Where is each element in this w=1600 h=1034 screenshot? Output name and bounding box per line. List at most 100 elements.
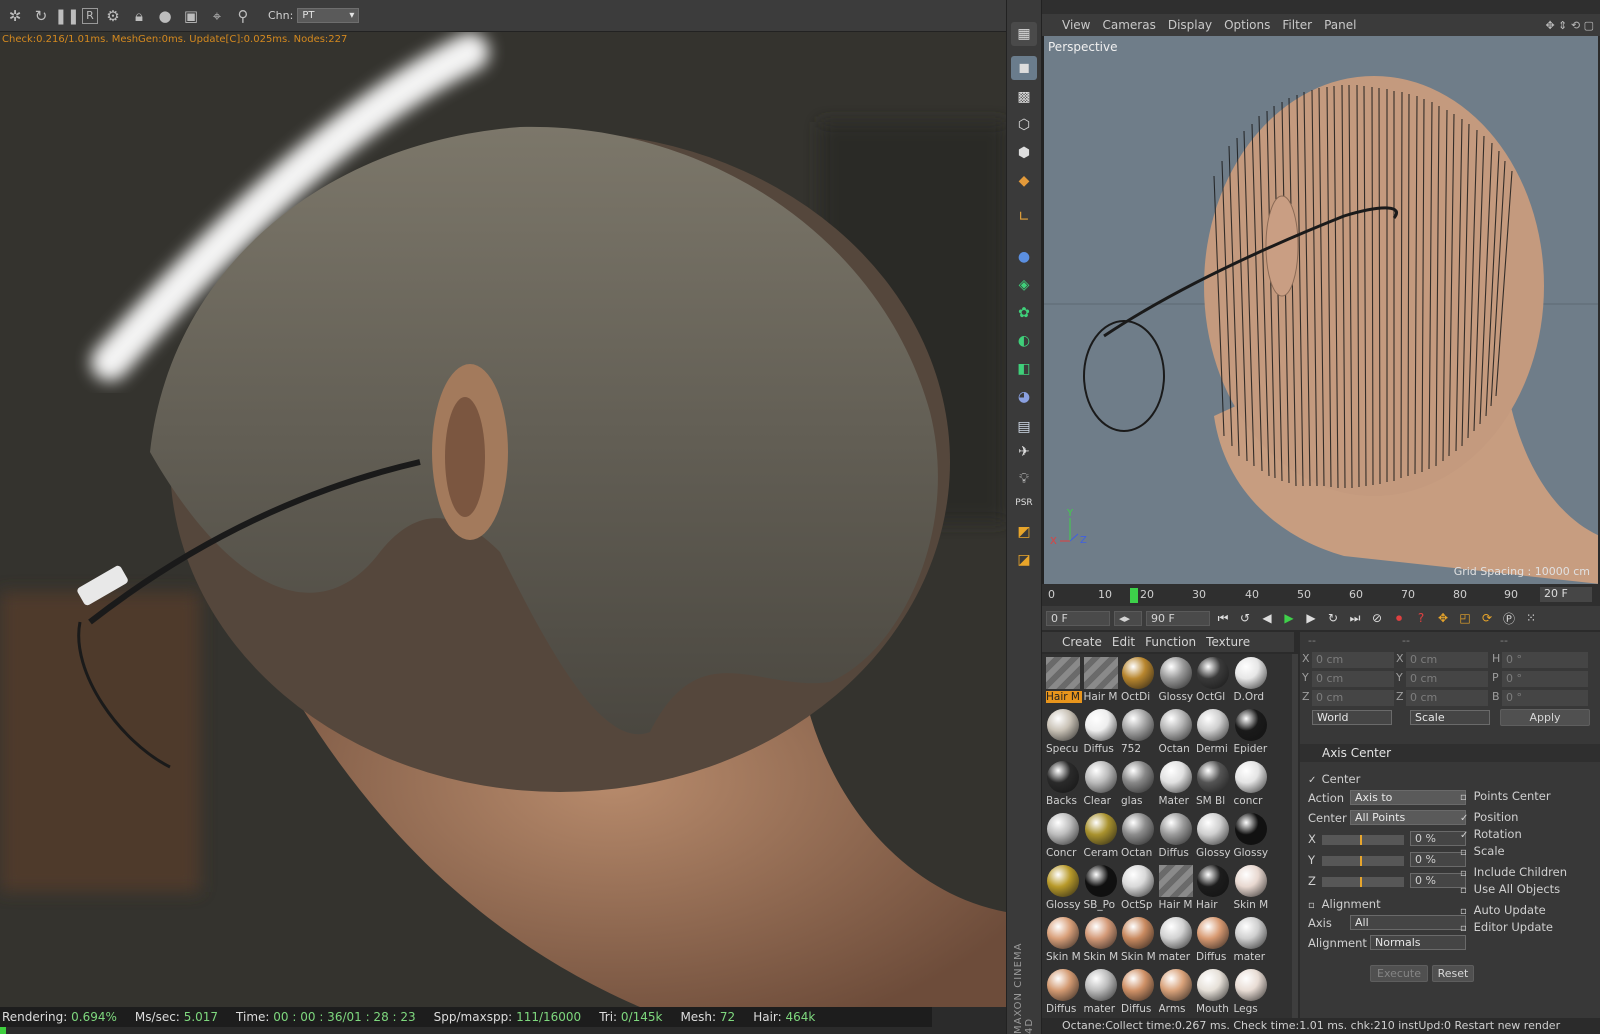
size-z-field[interactable]: 0 cm [1406,690,1488,706]
material-swatch[interactable]: Skin M [1046,916,1081,964]
material-swatch[interactable]: Hair M [1158,864,1193,912]
material-swatch[interactable]: OctSp [1121,864,1155,912]
motion-path-icon[interactable]: ⊘ [1368,609,1386,627]
play-icon[interactable]: ▶ [1280,609,1298,627]
slider-knob[interactable] [1360,835,1362,845]
range-stepper[interactable]: ◂▸ [1114,610,1142,626]
key-scale-icon[interactable]: ◰ [1456,609,1474,627]
material-swatch[interactable]: SM Bl [1196,760,1230,808]
slider-knob[interactable] [1360,877,1362,887]
subdivision-icon[interactable]: ✿ [1011,301,1037,325]
pause-icon[interactable]: ❚❚ [54,5,79,27]
coordinate-system-select[interactable]: World [1312,710,1392,725]
layout-icon[interactable]: ▦ [1011,22,1037,46]
material-swatch[interactable]: Diffus [1121,968,1155,1016]
material-swatch[interactable]: Dermi [1196,708,1230,756]
material-swatch[interactable]: SB_Po [1084,864,1118,912]
material-scrollbar[interactable] [1292,654,1298,1019]
go-to-start-icon[interactable]: ⏮ [1214,609,1232,627]
frame-icon[interactable]: ▣ [180,5,202,27]
menu-create[interactable]: Create [1062,635,1102,649]
next-key-icon[interactable]: ↻ [1324,609,1342,627]
rotation-h-field[interactable]: 0 ° [1502,652,1588,668]
size-x-field[interactable]: 0 cm [1406,652,1488,668]
autokey-icon[interactable]: ? [1412,609,1430,627]
cube-object-icon[interactable]: ◈ [1011,273,1037,297]
material-swatch[interactable]: OctGl [1196,656,1230,704]
center-select[interactable]: All Points [1350,810,1466,825]
z-slider[interactable] [1322,877,1404,887]
polygons-mode-icon[interactable]: ◆ [1011,169,1037,193]
material-swatch[interactable]: concr [1234,760,1268,808]
material-swatch[interactable]: Glossy [1159,656,1193,704]
x-percent-field[interactable]: 0 % [1410,831,1466,846]
position-checkbox[interactable]: ✓ Position [1460,810,1518,824]
alignment-checkbox[interactable]: ▫ Alignment [1308,897,1381,911]
material-swatch[interactable]: Diffus [1196,916,1230,964]
pick-focus-icon[interactable]: ⌖ [206,5,228,27]
scale-checkbox[interactable]: ▫ Scale [1460,844,1505,858]
points-center-checkbox[interactable]: ▫ Points Center [1460,789,1551,803]
material-swatch[interactable]: 752 [1121,708,1155,756]
axis-select[interactable]: All [1350,915,1466,930]
apply-button[interactable]: Apply [1500,709,1590,726]
material-swatch[interactable]: Specu [1046,708,1080,756]
material-swatch[interactable]: D.Ord [1234,656,1268,704]
edges-mode-icon[interactable]: ⬢ [1011,141,1037,165]
menu-view[interactable]: View [1062,18,1090,32]
material-swatch[interactable]: Diffus [1084,708,1118,756]
gear-icon[interactable]: ⚙ [102,5,124,27]
key-rotation-icon[interactable]: ⟳ [1478,609,1496,627]
next-frame-icon[interactable]: ▶ [1302,609,1320,627]
viewport-nav-icons[interactable]: ✥ ⇕ ⟲ ▢ [1545,19,1594,32]
psr-icon[interactable]: PSR [1011,491,1037,515]
axis-icon[interactable]: ∟ [1011,205,1037,229]
size-y-field[interactable]: 0 cm [1406,671,1488,687]
material-swatch[interactable]: Clear [1084,760,1118,808]
material-swatch[interactable]: Diffus [1159,812,1193,860]
material-swatch[interactable]: Glossy [1046,864,1081,912]
workplane-icon[interactable]: ◩ [1011,520,1037,544]
current-frame-field[interactable]: 20 F [1540,587,1592,602]
material-swatch[interactable]: Octan [1159,708,1193,756]
y-percent-field[interactable]: 0 % [1410,852,1466,867]
camera-icon[interactable]: ✈ [1011,440,1037,464]
points-mode-icon[interactable]: ⬡ [1011,113,1037,137]
menu-display[interactable]: Display [1168,18,1212,32]
z-percent-field[interactable]: 0 % [1410,873,1466,888]
region-render-icon[interactable]: R [82,7,98,24]
position-z-field[interactable]: 0 cm [1312,690,1394,706]
model-mode-icon[interactable]: ◼ [1011,56,1037,80]
include-children-checkbox[interactable]: ▫ Include Children [1460,865,1567,879]
menu-edit[interactable]: Edit [1112,635,1135,649]
material-swatch[interactable]: Mouth [1196,968,1230,1016]
material-swatch[interactable]: Octan [1121,812,1155,860]
material-swatch[interactable]: Concr [1046,812,1080,860]
rotation-b-field[interactable]: 0 ° [1502,690,1588,706]
previous-key-icon[interactable]: ↺ [1236,609,1254,627]
timeline-ruler[interactable]: 0 10 20 30 40 50 60 70 80 90 20 F [1042,584,1600,606]
action-select[interactable]: Axis to [1350,790,1466,805]
floor-icon[interactable]: ▤ [1011,415,1037,439]
previous-frame-icon[interactable]: ◀ [1258,609,1276,627]
use-all-objects-checkbox[interactable]: ▫ Use All Objects [1460,882,1560,896]
settings-star-icon[interactable]: ✲ [4,5,26,27]
end-frame-field[interactable]: 90 F [1146,610,1210,626]
auto-update-checkbox[interactable]: ▫ Auto Update [1460,903,1546,917]
start-frame-field[interactable]: 0 F [1046,610,1110,626]
size-mode-select[interactable]: Scale [1410,710,1490,725]
y-slider[interactable] [1322,856,1404,866]
center-checkbox[interactable]: ✓ Center [1308,772,1360,786]
material-swatch[interactable]: Diffus [1046,968,1080,1016]
menu-options[interactable]: Options [1224,18,1270,32]
key-position-icon[interactable]: ✥ [1434,609,1452,627]
light-icon[interactable]: 💡︎ [1011,467,1037,491]
editor-update-checkbox[interactable]: ▫ Editor Update [1460,920,1553,934]
pin-icon[interactable]: ⚲ [232,5,254,27]
record-icon[interactable]: ⏺ [1390,609,1408,627]
spline-icon[interactable]: ◐ [1011,329,1037,353]
material-swatch[interactable]: Epider [1234,708,1268,756]
texture-mode-icon[interactable]: ▩ [1011,85,1037,109]
perspective-viewport[interactable]: Perspective Y X Z Grid Spacing : 10000 c… [1042,36,1598,584]
execute-button[interactable]: Execute [1370,965,1428,982]
